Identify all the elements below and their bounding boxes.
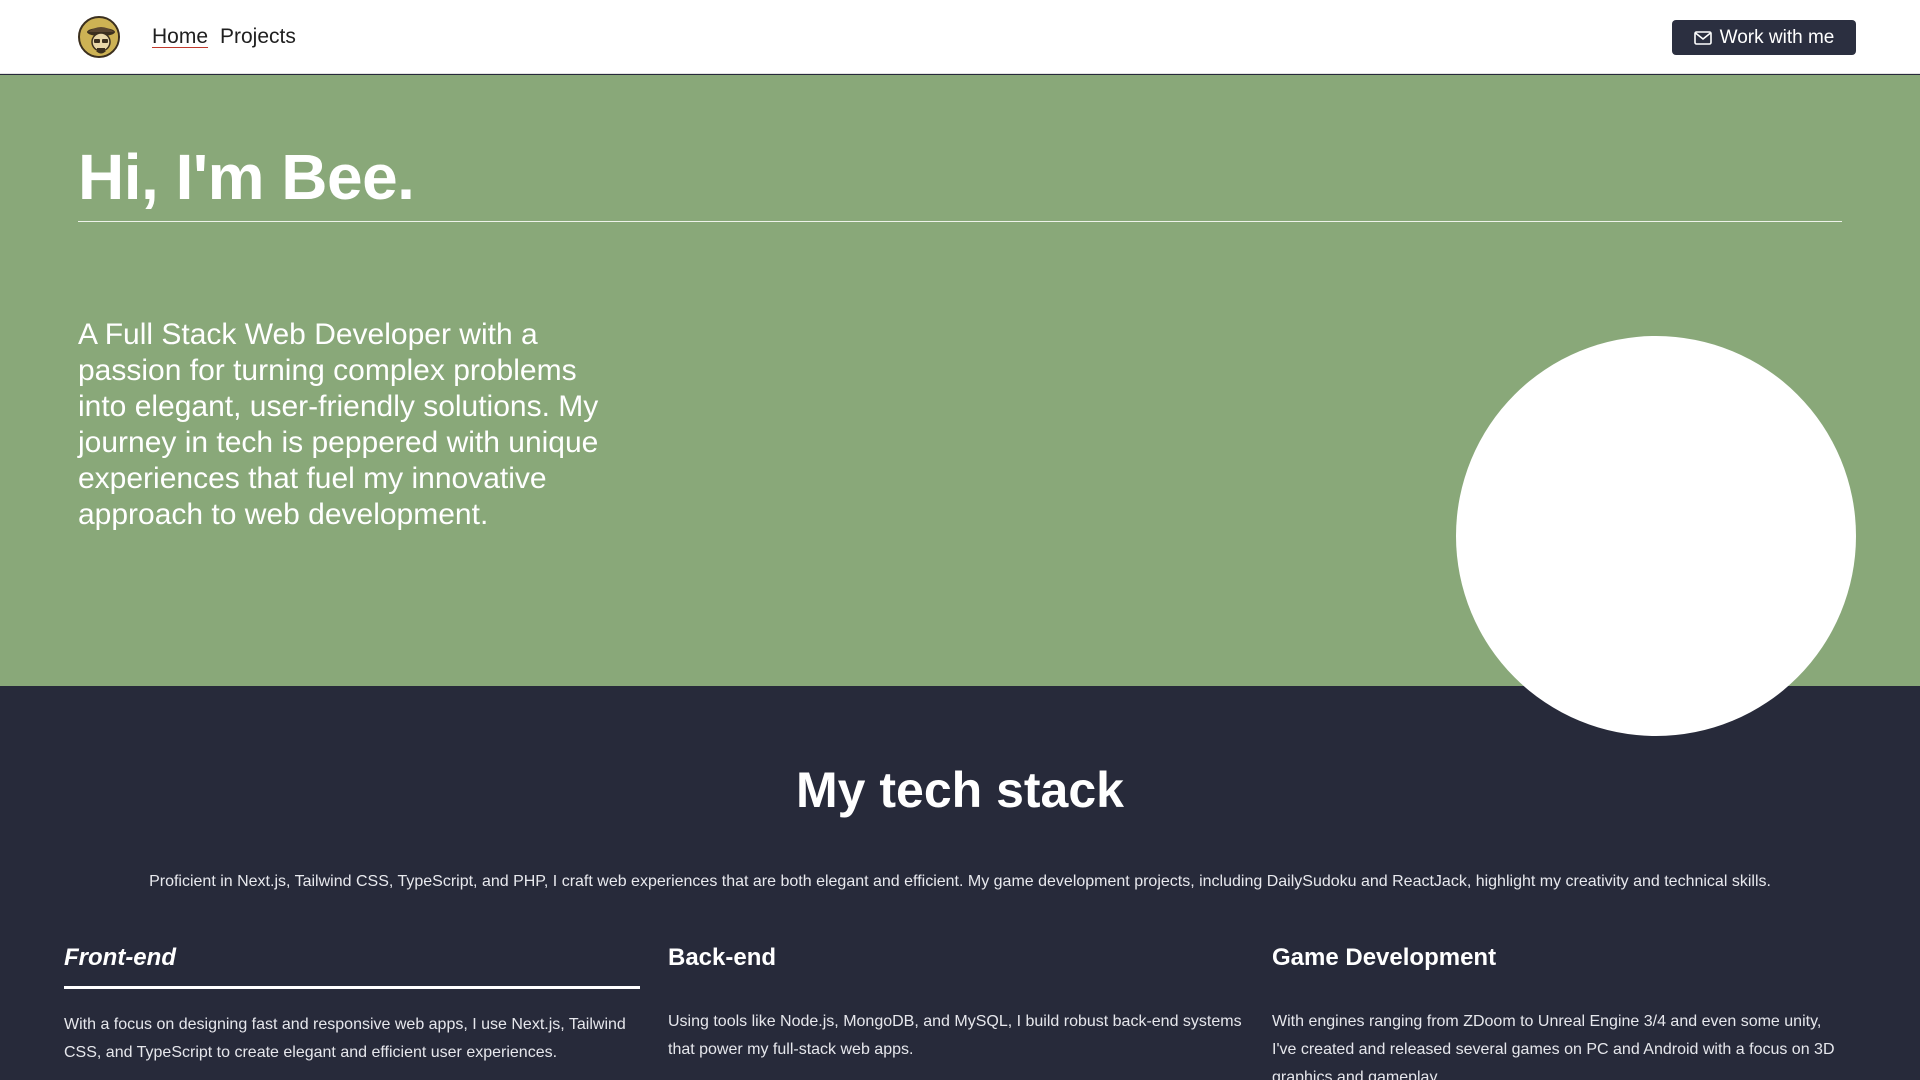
tech-column-title[interactable]: Game Development <box>1272 942 1848 986</box>
tech-column-text: With engines ranging from ZDoom to Unrea… <box>1272 1013 1835 1080</box>
nav-home-link[interactable]: Home <box>152 24 208 50</box>
tech-column-title[interactable]: Back-end <box>668 942 1244 986</box>
hero-intro: A Full Stack Web Developer with a passio… <box>78 318 599 531</box>
mail-icon <box>1693 30 1712 45</box>
tech-stack-description: Proficient in Next.js, Tailwind CSS, Typ… <box>149 873 1771 890</box>
tech-stack-title: My tech stack <box>796 762 1124 818</box>
tech-column-title[interactable]: Front-end <box>64 942 640 989</box>
bee-avatar-graphic <box>81 19 118 56</box>
work-with-me-label: Work with me <box>1719 26 1835 48</box>
nav-projects-link[interactable]: Projects <box>220 24 296 50</box>
hero-divider <box>78 221 1842 222</box>
work-with-me-button[interactable]: Work with me <box>1672 20 1856 55</box>
hero-title: Hi, I'm Bee. <box>78 141 415 213</box>
tech-column-gamedev[interactable]: Game Development With engines ranging fr… <box>1272 942 1848 1080</box>
bee-avatar-icon[interactable] <box>78 16 120 58</box>
tech-column-text: With a focus on designing fast and respo… <box>64 1016 626 1061</box>
profile-image-circle <box>1456 336 1856 736</box>
tech-column-text: Using tools like Node.js, MongoDB, and M… <box>668 1013 1242 1058</box>
site-header: Home Projects Work with me <box>0 0 1920 74</box>
tech-column-backend[interactable]: Back-end Using tools like Node.js, Mongo… <box>668 942 1244 1064</box>
tech-column-frontend[interactable]: Front-end With a focus on designing fast… <box>64 942 640 1067</box>
